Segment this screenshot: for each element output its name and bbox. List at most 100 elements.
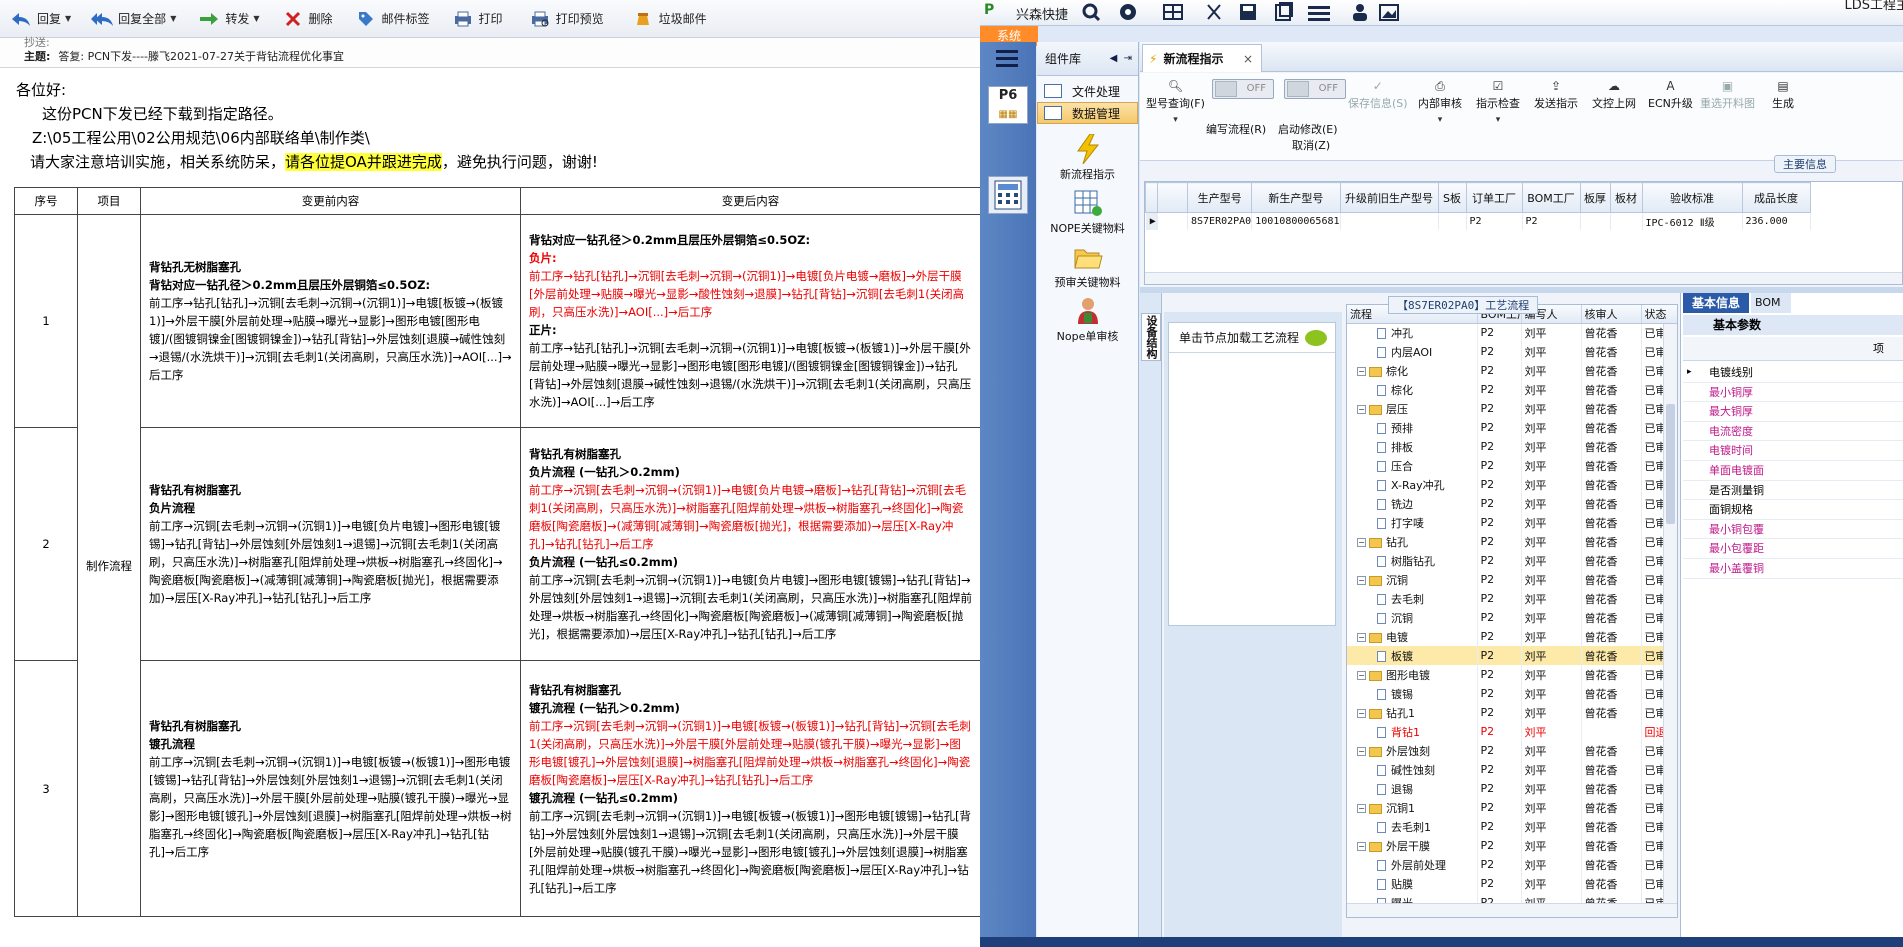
tab-device-structure[interactable]: 设备结构 bbox=[1141, 313, 1161, 361]
tree-row[interactable]: 树脂钻孔 P2 刘平 曾花香 已审核 bbox=[1347, 551, 1677, 570]
tree-node[interactable]: 背钻1 bbox=[1347, 722, 1478, 741]
tree-node[interactable]: 板镀 bbox=[1347, 646, 1478, 665]
grid-col-header[interactable]: 板厚 bbox=[1579, 182, 1611, 213]
grid-cell[interactable]: P2 bbox=[1466, 212, 1523, 230]
p6-module-icon[interactable]: P6 ▦▦ bbox=[988, 86, 1028, 124]
grid-cell[interactable] bbox=[1610, 212, 1643, 230]
toolbar-button[interactable]: 回复全部 ▼ bbox=[85, 4, 182, 34]
tree-row[interactable]: 铣边 P2 刘平 曾花香 已审核 bbox=[1347, 494, 1677, 513]
tree-node[interactable]: 外层前处理 bbox=[1347, 855, 1478, 874]
tree-row[interactable]: − 钻孔 P2 刘平 曾花香 已审核 bbox=[1347, 532, 1677, 551]
grid-cell[interactable]: 10010800065681 bbox=[1251, 212, 1341, 230]
tree-col-header[interactable]: 状态 bbox=[1641, 305, 1677, 324]
collapse-left-icon[interactable]: ◀ ⇥ bbox=[1110, 53, 1132, 64]
tree-row[interactable]: 镀锡 P2 刘平 曾花香 已审核 bbox=[1347, 684, 1677, 703]
basic-param-item[interactable]: 电流密度 bbox=[1683, 422, 1903, 442]
grid-cell[interactable] bbox=[1438, 212, 1467, 230]
toolbar-button[interactable]: 垃圾邮件 bbox=[626, 4, 713, 34]
tree-row[interactable]: − 图形电镀 P2 刘平 曾花香 已审核 bbox=[1347, 665, 1677, 684]
tree-row[interactable]: − 钻孔1 P2 刘平 曾花香 已审核 bbox=[1347, 703, 1677, 722]
tree-node[interactable]: − 棕化 bbox=[1347, 361, 1478, 380]
grid-col-header[interactable]: BOM工厂 bbox=[1521, 182, 1581, 213]
tree-row[interactable]: − 棕化 P2 刘平 曾花香 已审核 bbox=[1347, 361, 1677, 380]
grid-cell[interactable]: P2 bbox=[1522, 212, 1581, 230]
tree-node[interactable]: 碱性蚀刻 bbox=[1347, 760, 1478, 779]
tree-row[interactable]: 沉铜 P2 刘平 曾花香 已审核 bbox=[1347, 608, 1677, 627]
reselect-cutting-image-button[interactable]: ▣ 重选开料图 bbox=[1700, 77, 1755, 111]
tree-node[interactable]: 内层AOI bbox=[1347, 342, 1478, 361]
tree-row[interactable]: 贴膜 P2 刘平 曾花香 已审核 bbox=[1347, 874, 1677, 893]
grid-cell[interactable]: 8S7ER02PA0 bbox=[1187, 212, 1253, 230]
tree-node[interactable]: 镀锡 bbox=[1347, 684, 1478, 703]
menu-file-processing[interactable]: 文件处理 bbox=[1037, 80, 1138, 102]
tree-node[interactable]: − 外层干膜 bbox=[1347, 836, 1478, 855]
grid-col-header[interactable]: 新生产型号 bbox=[1251, 182, 1341, 213]
model-query-button[interactable]: 🔍︎ 型号查询(F) ▾ bbox=[1146, 77, 1205, 125]
chevron-down-icon[interactable]: ▼ bbox=[65, 14, 71, 23]
grid-col-header[interactable]: 升级前旧生产型号 bbox=[1339, 182, 1439, 213]
toolbar-button[interactable]: 转发 ▼ bbox=[192, 4, 265, 34]
tree-row[interactable]: 退锡 P2 刘平 曾花香 已审核 bbox=[1347, 779, 1677, 798]
tree-node[interactable]: 预排 bbox=[1347, 418, 1478, 437]
doc-upload-button[interactable]: ☁ 文控上网 bbox=[1592, 77, 1636, 111]
grid-col-header[interactable]: S板 bbox=[1437, 182, 1467, 213]
expand-toggle-icon[interactable]: − bbox=[1357, 804, 1366, 813]
grid-cell[interactable] bbox=[1580, 212, 1611, 230]
horizontal-scrollbar[interactable] bbox=[1145, 272, 1902, 284]
tree-row[interactable]: − 电镀 P2 刘平 曾花香 已审核 bbox=[1347, 627, 1677, 646]
menu-presale-key-material[interactable]: 预审关键物料 bbox=[1037, 242, 1138, 290]
expand-toggle-icon[interactable]: − bbox=[1357, 671, 1366, 680]
expand-toggle-icon[interactable]: − bbox=[1357, 538, 1366, 547]
tree-row[interactable]: 冲孔 P2 刘平 曾花香 已审核 bbox=[1347, 323, 1677, 342]
scrollbar-thumb[interactable] bbox=[1666, 404, 1675, 524]
tree-row[interactable]: 棕化 P2 刘平 曾花香 已审核 bbox=[1347, 380, 1677, 399]
expand-toggle-icon[interactable]: − bbox=[1357, 633, 1366, 642]
menu-nope-review[interactable]: Nope单审核 bbox=[1037, 296, 1138, 344]
tree-node[interactable]: − 图形电镀 bbox=[1347, 665, 1478, 684]
grid-col-header[interactable]: 板材 bbox=[1609, 182, 1643, 213]
toolbar-button[interactable]: 回复 ▼ bbox=[4, 4, 77, 34]
grid-cell[interactable]: IPC-6012 Ⅱ级 bbox=[1642, 212, 1743, 230]
tree-col-header[interactable]: 核审人 bbox=[1581, 305, 1642, 324]
expand-toggle-icon[interactable]: − bbox=[1357, 747, 1366, 756]
close-tab-icon[interactable]: × bbox=[1243, 52, 1253, 66]
toolbar-button[interactable]: 邮件标签 bbox=[349, 4, 436, 34]
basic-param-item[interactable]: 最小盖覆铜 bbox=[1683, 559, 1903, 579]
tree-row[interactable]: − 外层蚀刻 P2 刘平 曾花香 已审核 bbox=[1347, 741, 1677, 760]
grid-data-row[interactable]: ▶ 8S7ER02PA0 10010800065681 P2 P2 IPC-6012 Ⅱ级… bbox=[1145, 212, 1811, 230]
expand-toggle-icon[interactable]: − bbox=[1357, 405, 1366, 414]
horizontal-scrollbar[interactable] bbox=[1347, 903, 1677, 917]
tree-node[interactable]: 去毛刺 bbox=[1347, 589, 1478, 608]
tree-row[interactable]: 去毛刺1 P2 刘平 曾花香 已审核 bbox=[1347, 817, 1677, 836]
grid-col-header[interactable]: 成品长度 bbox=[1741, 182, 1811, 213]
toolbar-button[interactable]: 打印预览 bbox=[523, 4, 610, 34]
tree-node[interactable]: − 钻孔 bbox=[1347, 532, 1478, 551]
tree-node[interactable]: 去毛刺1 bbox=[1347, 817, 1478, 836]
calculator-module-icon[interactable] bbox=[988, 176, 1028, 214]
chevron-down-icon[interactable]: ▼ bbox=[170, 14, 176, 23]
save-info-button[interactable]: ✓ 保存信息(S) bbox=[1348, 77, 1408, 111]
basic-param-item[interactable]: 是否测量铜 bbox=[1683, 481, 1903, 501]
basic-param-item[interactable]: 最小包覆距 bbox=[1683, 539, 1903, 559]
tree-node[interactable]: 打字唛 bbox=[1347, 513, 1478, 532]
ecn-upgrade-button[interactable]: A ECN升级 bbox=[1648, 77, 1693, 111]
expand-toggle-icon[interactable]: − bbox=[1357, 576, 1366, 585]
tree-row[interactable]: − 沉铜1 P2 刘平 曾花香 已审核 bbox=[1347, 798, 1677, 817]
grid-col-header[interactable]: 验收标准 bbox=[1641, 182, 1743, 213]
tree-row[interactable]: 背钻1 P2 刘平 回退 bbox=[1347, 722, 1677, 741]
tree-node[interactable]: 排板 bbox=[1347, 437, 1478, 456]
tree-row[interactable]: − 层压 P2 刘平 曾花香 已审核 bbox=[1347, 399, 1677, 418]
grid-col-header[interactable]: 订单工厂 bbox=[1465, 182, 1523, 213]
toolbar-button[interactable]: 删除 bbox=[276, 4, 339, 34]
grid-cell[interactable]: 236.000 bbox=[1742, 212, 1811, 230]
tree-node[interactable]: − 沉铜 bbox=[1347, 570, 1478, 589]
tree-node[interactable]: − 沉铜1 bbox=[1347, 798, 1478, 817]
send-indicator-button[interactable]: ⇪ 发送指示 bbox=[1534, 77, 1578, 111]
tab-bom[interactable]: BOM bbox=[1751, 293, 1791, 313]
tree-row[interactable]: 压合 P2 刘平 曾花香 已审核 bbox=[1347, 456, 1677, 475]
tree-node[interactable]: 沉铜 bbox=[1347, 608, 1478, 627]
edit-flow-toggle[interactable]: OFF bbox=[1212, 79, 1274, 99]
indicator-check-button[interactable]: ☑ 指示检查 ▾ bbox=[1476, 77, 1520, 125]
tree-node[interactable]: − 电镀 bbox=[1347, 627, 1478, 646]
tree-node[interactable]: 贴膜 bbox=[1347, 874, 1478, 893]
